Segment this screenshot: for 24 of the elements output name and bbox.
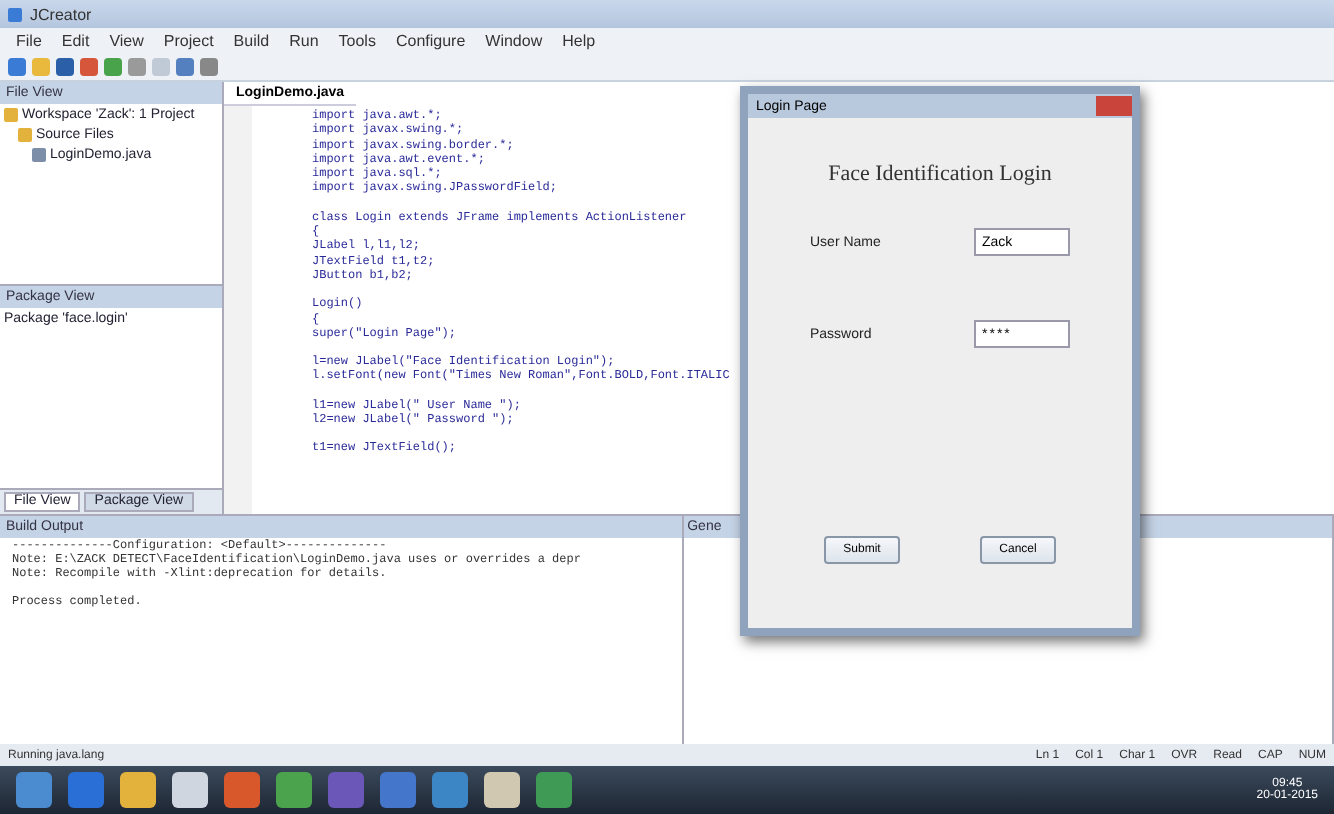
menu-item[interactable]: Tools [338, 32, 376, 50]
taskbar-icon[interactable] [172, 772, 208, 808]
taskbar-icon[interactable] [536, 772, 572, 808]
menu-item[interactable]: Project [163, 32, 214, 50]
taskbar-icon[interactable] [432, 772, 468, 808]
taskbar-icon[interactable] [380, 772, 416, 808]
menu-item[interactable]: Window [485, 32, 543, 50]
taskbar-icon[interactable] [224, 772, 260, 808]
taskbar-icon[interactable] [68, 772, 104, 808]
taskbar-icon[interactable] [484, 772, 520, 808]
menu-item[interactable]: File [16, 32, 42, 50]
window-title: JCreator [30, 5, 92, 23]
taskbar-icon[interactable] [120, 772, 156, 808]
menu-item[interactable]: Run [289, 32, 319, 50]
dialog-heading: Face Identification Login [828, 162, 1052, 186]
menu-item[interactable]: Edit [61, 32, 90, 50]
taskbar-icon[interactable] [16, 772, 52, 808]
taskbar-icon[interactable] [328, 772, 364, 808]
menu-item[interactable]: Build [233, 32, 270, 50]
menu-item[interactable]: Help [562, 32, 596, 50]
app-icon [8, 7, 22, 21]
menu-item[interactable]: View [109, 32, 144, 50]
menu-item[interactable]: Configure [395, 32, 466, 50]
taskbar-icon[interactable] [276, 772, 312, 808]
